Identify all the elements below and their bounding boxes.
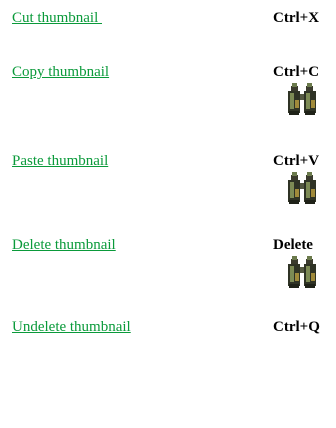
delete-thumbnail-link[interactable]: Delete thumbnail <box>12 237 116 254</box>
menu-row-undelete: Undelete thumbnail Ctrl+Q <box>0 319 336 343</box>
menu-row-cut: Cut thumbnail Ctrl+X <box>0 10 336 34</box>
binoculars-icon <box>286 171 320 205</box>
cut-thumbnail-link[interactable]: Cut thumbnail <box>12 10 102 27</box>
copy-thumbnail-link[interactable]: Copy thumbnail <box>12 64 109 81</box>
cut-shortcut: Ctrl+X <box>273 10 320 26</box>
paste-thumbnail-link[interactable]: Paste thumbnail <box>12 153 108 170</box>
delete-shortcut: Delete <box>273 237 313 253</box>
binoculars-icon <box>286 255 320 289</box>
binoculars-icon <box>286 82 320 116</box>
paste-shortcut: Ctrl+V <box>273 153 320 169</box>
undelete-shortcut: Ctrl+Q <box>273 319 320 335</box>
copy-shortcut: Ctrl+C <box>273 64 320 80</box>
undelete-thumbnail-link[interactable]: Undelete thumbnail <box>12 319 131 336</box>
